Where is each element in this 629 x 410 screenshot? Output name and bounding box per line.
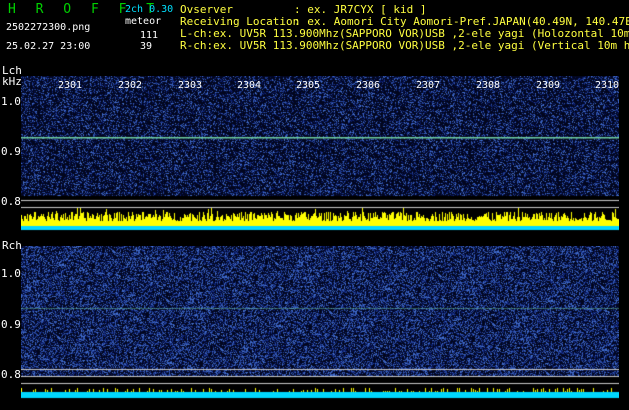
time-tick-2306: 2306 (356, 80, 381, 91)
lch-receiver-info: L-ch:ex. UV5R 113.900Mhz(SAPPORO VOR)USB… (180, 28, 629, 40)
time-tick-2308: 2308 (476, 80, 501, 91)
lch-ytick-1-0: 1.0 (1, 95, 21, 108)
time-tick-2310: 2310 (595, 80, 620, 91)
capture-datetime: 25.02.27 23:00 (6, 41, 91, 52)
time-tick-2305: 2305 (296, 80, 321, 91)
lch-ytick-0-9: 0.9 (1, 145, 21, 158)
meteor-label: meteor (125, 16, 162, 27)
rch-spectrogram (21, 246, 619, 400)
time-tick-2302: 2302 (118, 80, 143, 91)
rch-ytick-0-9: 0.9 (1, 318, 21, 331)
time-tick-2309: 2309 (536, 80, 561, 91)
rch-ytick-0-8: 0.8 (1, 368, 21, 381)
time-tick-2304: 2304 (237, 80, 262, 91)
location-label: Receiving Location (180, 15, 300, 28)
mode-label: 2ch 0.30 (125, 4, 174, 15)
rch-channel-label: Rch (2, 239, 22, 252)
time-tick-2307: 2307 (416, 80, 441, 91)
lch-unit-label: kHz (2, 75, 22, 88)
lch-ytick-0-8: 0.8 (1, 195, 21, 208)
rch-ytick-1-0: 1.0 (1, 267, 21, 280)
meteor-count-rch: 39 (140, 41, 153, 52)
time-tick-2303: 2303 (178, 80, 203, 91)
time-tick-2301: 2301 (58, 80, 83, 91)
lch-spectrogram (21, 76, 619, 232)
location-value: : ex. Aomori City Aomori-Pref.JAPAN(40.4… (294, 15, 629, 28)
rch-receiver-info: R-ch:ex. UV5R 113.900Mhz(SAPPORO VOR)USB… (180, 40, 629, 52)
meteor-count-lch: 111 (140, 30, 159, 41)
file-name: 2502272300.png (6, 22, 91, 33)
